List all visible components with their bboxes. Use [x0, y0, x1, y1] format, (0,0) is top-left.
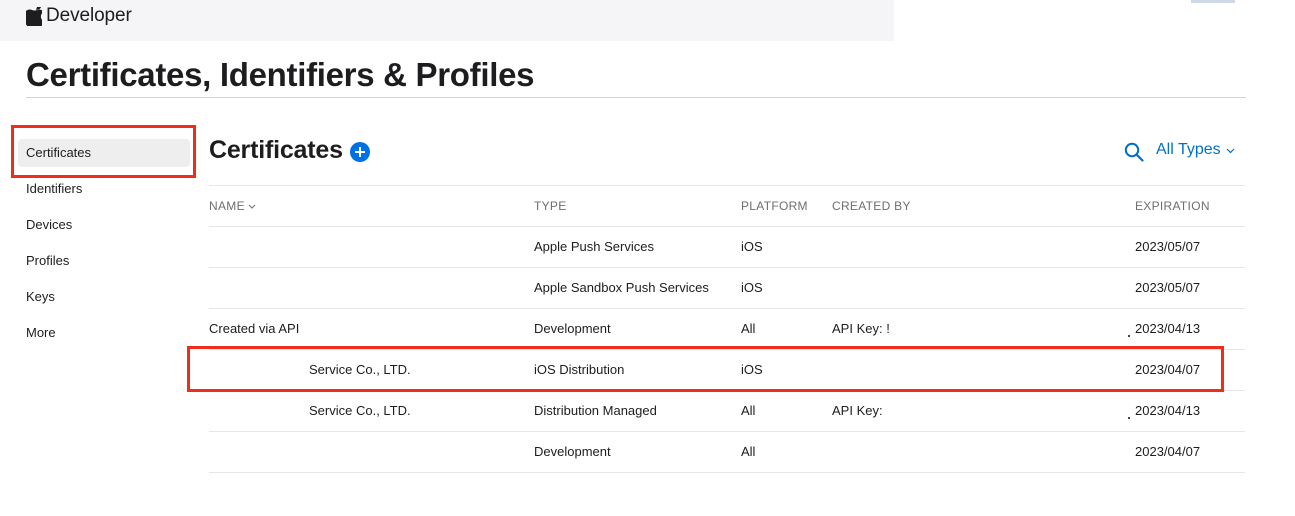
cell-name: Created via API — [209, 321, 300, 336]
sidebar-item-devices[interactable]: Devices — [18, 211, 190, 239]
global-nav-bar: Developer — [0, 0, 894, 41]
title-divider — [26, 97, 1246, 98]
cell-expiration: 2023/04/07 — [1135, 444, 1201, 459]
column-header-expiration[interactable]: EXPIRATION — [1135, 186, 1210, 226]
cell-platform: All — [741, 444, 756, 459]
cell-created-by: API Key: ! — [832, 321, 890, 336]
cell-type: Apple Push Services — [534, 239, 654, 254]
sidebar-item-identifiers[interactable]: Identifiers — [18, 175, 190, 203]
table-row[interactable]: Service Co., LTD. Distribution Managed A… — [209, 390, 1245, 431]
developer-logo-link[interactable]: Developer — [26, 3, 132, 29]
column-header-name[interactable]: NAME — [209, 186, 256, 226]
table-row[interactable]: Created via API Development All API Key:… — [209, 308, 1245, 349]
cell-type: Development — [534, 444, 611, 459]
highlight-box-row — [187, 346, 1224, 392]
type-filter-dropdown[interactable]: All Types — [1156, 141, 1235, 159]
table-row[interactable]: Apple Push Services iOS 2023/05/07 — [209, 226, 1245, 267]
cell-platform: iOS — [741, 239, 763, 254]
cell-name: Service Co., LTD. — [309, 403, 411, 418]
cell-platform: iOS — [741, 280, 763, 295]
type-filter-label: All Types — [1156, 141, 1221, 158]
certificates-table: NAME TYPE PLATFORM CREATED BY EXPIRATION… — [209, 185, 1245, 473]
column-header-platform[interactable]: PLATFORM — [741, 186, 808, 226]
chevron-down-icon — [1226, 148, 1235, 154]
column-header-created-by[interactable]: CREATED BY — [832, 186, 911, 226]
section-title: Certificates — [209, 136, 343, 164]
apple-logo-icon — [26, 6, 42, 26]
column-header-type[interactable]: TYPE — [534, 186, 567, 226]
brand-name: Developer — [46, 5, 132, 26]
column-header-name-label: NAME — [209, 199, 245, 213]
cell-platform: All — [741, 321, 756, 336]
sidebar-item-profiles[interactable]: Profiles — [18, 247, 190, 275]
cell-type: Distribution Managed — [534, 403, 657, 418]
table-row[interactable]: Apple Sandbox Push Services iOS 2023/05/… — [209, 267, 1245, 308]
cell-type: Development — [534, 321, 611, 336]
cell-expiration: 2023/04/13 — [1135, 321, 1201, 336]
corner-decoration — [1191, 0, 1235, 3]
add-certificate-button[interactable] — [350, 142, 370, 162]
table-row[interactable]: Development All 2023/04/07 — [209, 431, 1245, 473]
sort-chevron-icon — [248, 204, 256, 210]
table-header: NAME TYPE PLATFORM CREATED BY EXPIRATION — [209, 185, 1245, 226]
search-icon[interactable] — [1124, 142, 1144, 162]
cell-platform: All — [741, 403, 756, 418]
sidebar-item-keys[interactable]: Keys — [18, 283, 190, 311]
cell-expiration: 2023/05/07 — [1135, 280, 1201, 295]
cell-expiration: 2023/04/13 — [1135, 403, 1201, 418]
sidebar-item-more[interactable]: More — [18, 319, 190, 347]
cell-expiration: 2023/05/07 — [1135, 239, 1201, 254]
cell-type: Apple Sandbox Push Services — [534, 280, 709, 295]
cell-created-by: API Key: — [832, 403, 883, 418]
page-title: Certificates, Identifiers & Profiles — [26, 56, 535, 93]
redaction-mark — [1128, 417, 1130, 419]
highlight-box-sidebar — [11, 125, 196, 178]
redaction-mark — [1128, 335, 1130, 337]
